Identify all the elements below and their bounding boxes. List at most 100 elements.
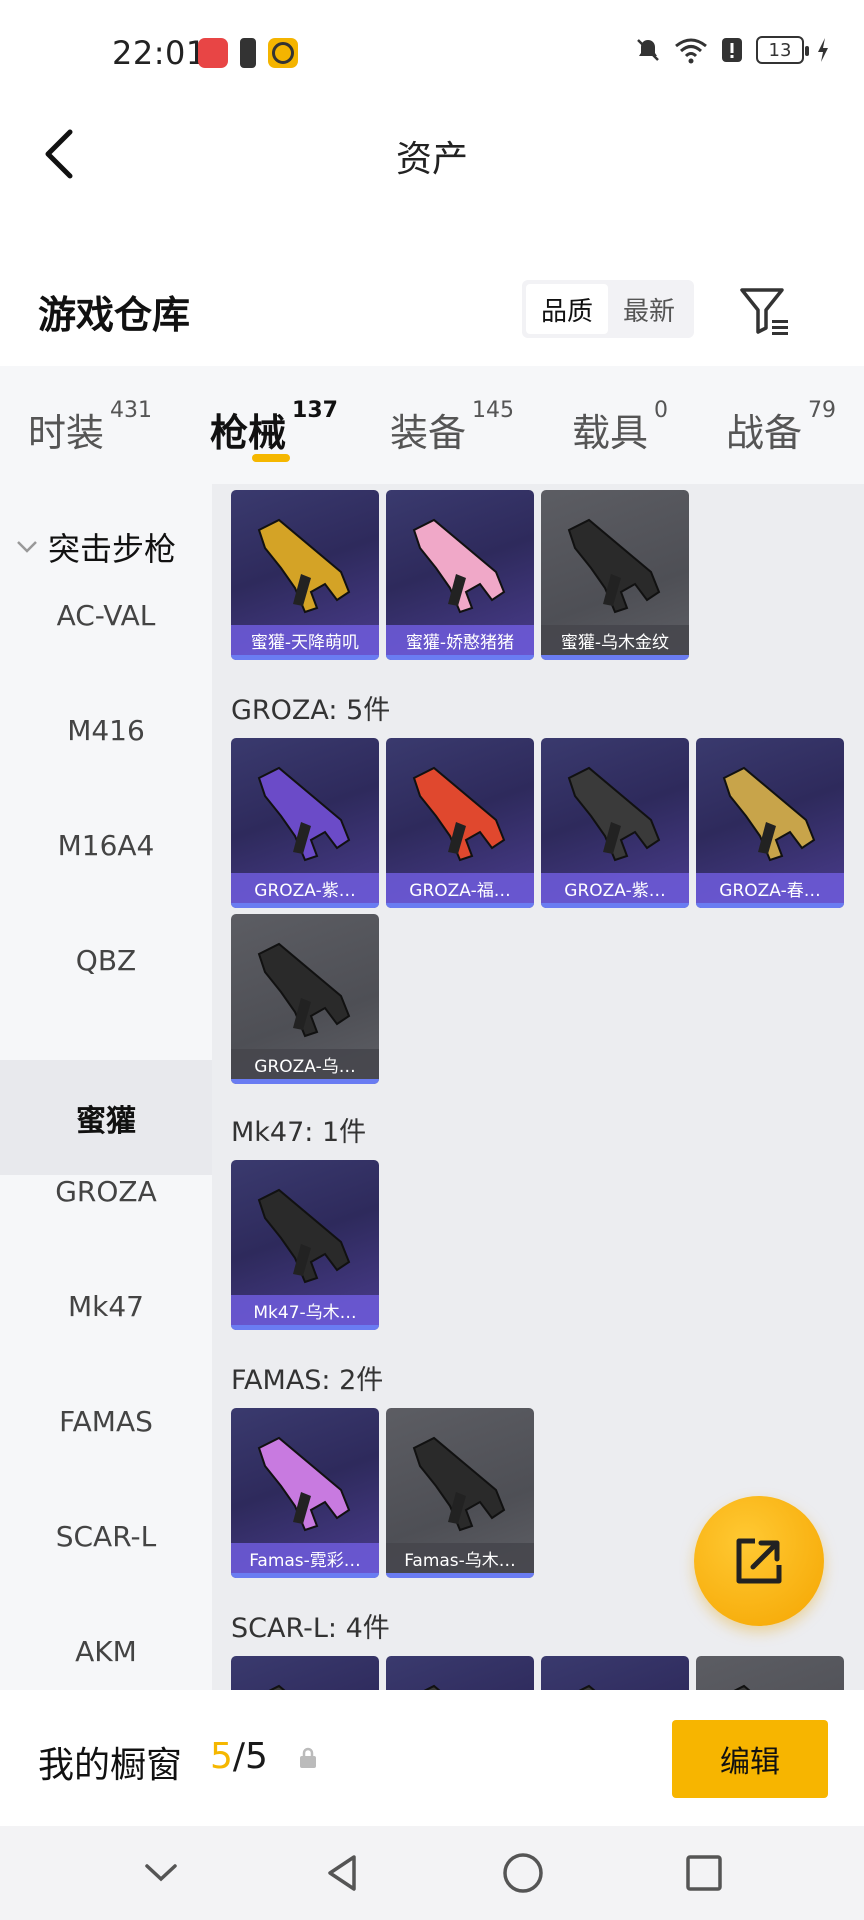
rarity-strip [541,655,689,660]
rarity-strip [696,903,844,908]
back-triangle-icon [327,1855,356,1891]
showcase-current: 5 [210,1736,233,1777]
share-fab-button[interactable] [694,1496,824,1626]
page-title: 资产 [395,139,468,180]
showcase-label: 我的橱窗 [38,1745,183,1786]
home-circle-icon [502,1853,543,1893]
nav-back-button[interactable] [312,1843,372,1903]
sidebar-item-m416[interactable]: M416 [0,673,212,788]
weapon-skin-name: GROZA-乌… [231,1049,379,1079]
section-label-famas: FAMAS: 2件 [231,1365,384,1396]
sidebar-item-qbz[interactable]: QBZ [0,903,212,1018]
nav-collapse-button[interactable] [131,1843,191,1903]
weapon-skin-card[interactable]: 蜜獾-娇憨猪猪 [386,490,534,660]
weapon-skin-name: 蜜獾-乌木金纹 [541,625,689,655]
wifi-icon [675,38,707,64]
weapon-skin-name: GROZA-紫… [541,873,689,903]
rarity-strip [231,903,379,908]
sidebar-item-m16a4[interactable]: M16A4 [0,788,212,903]
active-tab-indicator [252,454,290,462]
sidebar-item-groza[interactable]: GROZA [0,1134,212,1249]
tab-supplies[interactable]: 战备79 [726,398,836,457]
chevron-down-icon [144,1864,177,1882]
rifle-icon [567,518,661,614]
status-bar: 22:01 13 [0,0,864,104]
sort-newest-option[interactable]: 最新 [608,284,690,334]
sidebar-item-famas[interactable]: FAMAS [0,1364,212,1479]
filter-button[interactable] [738,284,792,338]
weapon-skin-card[interactable]: GROZA-福… [386,738,534,908]
rifle-icon [257,518,351,614]
rarity-strip [231,655,379,660]
rifle-icon [257,942,351,1038]
category-tabs: 时装431 枪械137 装备145 载具0 战备79 [0,366,864,484]
edit-showcase-button[interactable]: 编辑 [672,1720,828,1798]
weapon-skin-card[interactable]: 蜜獾-天降萌叽 [231,490,379,660]
recents-square-icon [685,1855,722,1891]
tab-vehicles[interactable]: 载具0 [572,398,668,457]
rifle-icon [257,766,351,862]
weapon-skin-card[interactable]: GROZA-春… [696,738,844,908]
weapon-skin-card[interactable]: GROZA-乌… [231,914,379,1084]
rifle-icon [722,766,816,862]
system-navigation-bar [0,1826,864,1920]
sort-quality-option[interactable]: 品质 [526,284,608,334]
weapon-skin-card[interactable]: GROZA-紫… [231,738,379,908]
nav-header: 资产 [0,104,864,204]
huawei-app-icon [198,38,228,68]
sidebar-item-ac-val[interactable]: AC-VAL [0,558,212,673]
rarity-strip [231,1573,379,1578]
battery-app-icon [240,38,256,68]
weapon-skin-name: GROZA-春… [696,873,844,903]
rarity-strip [386,903,534,908]
tab-fashion[interactable]: 时装431 [28,398,152,457]
weapon-skin-card[interactable]: 蜜獾-乌木金纹 [541,490,689,660]
nav-home-button[interactable] [493,1843,553,1903]
rarity-strip [231,1325,379,1330]
tab-label: 时装 [28,411,105,455]
weapon-skin-card[interactable]: Famas-霓彩… [231,1408,379,1578]
weapon-skin-card[interactable]: GROZA-紫… [541,738,689,908]
sort-toggle: 品质 最新 [522,280,694,338]
weapon-skin-name: Famas-乌木… [386,1543,534,1573]
tab-weapons[interactable]: 枪械137 [210,398,338,457]
tab-label: 战备 [726,411,803,455]
warehouse-title: 游戏仓库 [38,293,191,337]
weapon-skin-card[interactable] [386,1656,534,1690]
lock-icon [300,1747,316,1768]
chevron-down-icon [17,541,37,553]
tab-equipment[interactable]: 装备145 [390,398,514,457]
showcase-total: /5 [232,1736,268,1777]
weapon-skin-card[interactable] [696,1656,844,1690]
rarity-strip [541,903,689,908]
filter-icon [740,288,788,335]
rifle-icon [578,1684,596,1690]
status-time: 22:01 [112,34,207,72]
sidebar-item-scar-l[interactable]: SCAR-L [0,1479,212,1594]
weapon-skin-card[interactable] [231,1656,379,1690]
rifle-icon [733,1684,751,1690]
section-label-mk47: Mk47: 1件 [231,1117,367,1148]
rarity-strip [231,1079,379,1084]
tab-count: 137 [292,398,338,423]
rarity-strip [386,655,534,660]
weapon-skin-name: Famas-霓彩… [231,1543,379,1573]
weapon-skin-card[interactable] [541,1656,689,1690]
nav-recents-button[interactable] [674,1843,734,1903]
battery-indicator: 13 [756,36,809,64]
sidebar-item-akm[interactable]: AKM [0,1594,212,1690]
weapon-skin-card[interactable]: Famas-乌木… [386,1408,534,1578]
showcase-count: 5/5 [210,1736,268,1777]
alert-icon [722,38,742,62]
charging-icon [818,38,828,62]
rifle-icon [412,1436,506,1532]
rarity-strip [386,1573,534,1578]
weapon-skin-name: 蜜獾-娇憨猪猪 [386,625,534,655]
rifle-icon [268,1684,286,1690]
tab-count: 79 [808,398,837,423]
weapon-skin-card[interactable]: Mk47-乌木… [231,1160,379,1330]
rifle-icon [423,1684,441,1690]
sidebar-item-mk47[interactable]: Mk47 [0,1249,212,1364]
tab-label: 载具 [572,411,649,455]
share-export-icon [736,1538,782,1584]
